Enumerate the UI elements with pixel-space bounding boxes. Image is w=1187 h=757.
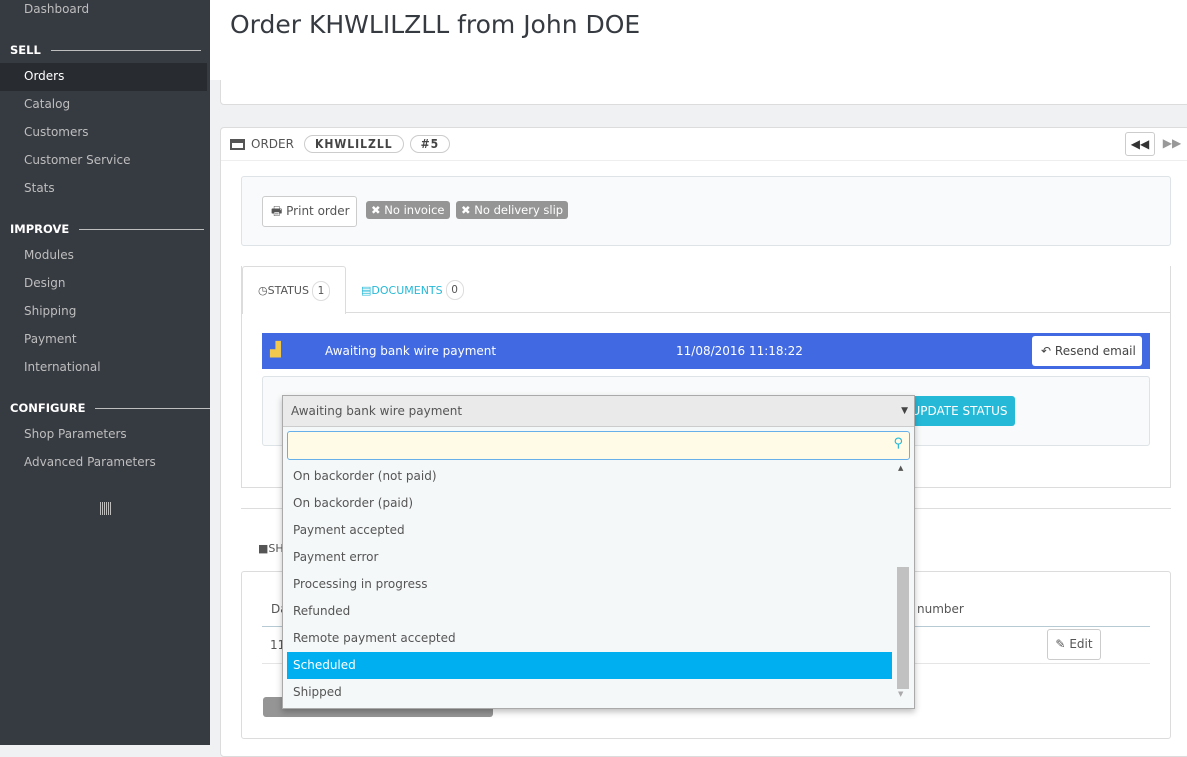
section-title: SELL: [10, 43, 41, 57]
badge-label: No delivery slip: [474, 203, 564, 217]
tab-label: DOCUMENTS: [371, 283, 443, 297]
sidebar-item-payment[interactable]: Payment: [24, 332, 77, 346]
coins-icon: ▟: [270, 342, 281, 358]
sidebar-item-shipping[interactable]: Shipping: [24, 304, 76, 318]
resend-email-button[interactable]: ↶ Resend email: [1032, 336, 1142, 366]
order-label: ORDER: [251, 137, 294, 151]
badge-label: No invoice: [384, 203, 445, 217]
scroll-down-icon[interactable]: ▼: [898, 690, 903, 698]
column-tracking-number: number: [917, 602, 964, 616]
scroll-up-icon[interactable]: ▲: [898, 464, 903, 472]
print-label: Print order: [286, 204, 350, 218]
status-name: Awaiting bank wire payment: [325, 344, 497, 358]
section-improve: IMPROVE: [10, 222, 205, 236]
tab-count: 0: [445, 280, 464, 300]
previous-order-button[interactable]: ◀◀: [1125, 132, 1155, 156]
collapse-menu-icon[interactable]: [100, 502, 111, 515]
sidebar-item-international[interactable]: International: [24, 360, 101, 374]
order-id: #5: [409, 135, 451, 153]
order-heading: ORDER KHWLILZLL #5: [221, 128, 1187, 161]
pencil-icon: ✎: [1055, 637, 1066, 651]
status-select[interactable]: Awaiting bank wire payment ▼: [283, 396, 914, 427]
update-status-button[interactable]: UPDATE STATUS: [904, 396, 1015, 426]
status-dropdown[interactable]: Awaiting bank wire payment ▼ ⚲ On backord…: [282, 395, 915, 709]
dropdown-option[interactable]: On backorder (paid): [287, 490, 892, 517]
status-search-input[interactable]: ⚲: [287, 431, 910, 460]
dropdown-option[interactable]: Payment error: [287, 544, 892, 571]
dropdown-option[interactable]: Processing in progress: [287, 571, 892, 598]
section-configure: CONFIGURE: [10, 401, 211, 415]
sidebar-item-shop-parameters[interactable]: Shop Parameters: [24, 427, 127, 441]
order-reference: KHWLILZLL: [303, 135, 404, 153]
current-status-row: ▟ Awaiting bank wire payment 11/08/2016 …: [262, 333, 1150, 369]
section-title: IMPROVE: [10, 222, 70, 236]
tab-documents[interactable]: ▤ DOCUMENTS 0: [361, 278, 464, 302]
edit-button[interactable]: ✎ Edit: [1047, 629, 1101, 660]
resend-label: Resend email: [1054, 344, 1136, 358]
edit-label: Edit: [1069, 637, 1093, 651]
print-order-button[interactable]: 🖶 Print order: [262, 196, 357, 227]
sidebar-item-customer-service[interactable]: Customer Service: [24, 153, 130, 167]
dropdown-option[interactable]: Remote payment accepted: [287, 625, 892, 652]
sidebar: Dashboard SELL Orders Catalog Customers …: [0, 0, 211, 745]
printer-icon: 🖶: [271, 204, 283, 218]
truck-icon: ■: [258, 542, 269, 555]
status-date: 11/08/2016 11:18:22: [676, 344, 803, 358]
actions-well: 🖶 Print order ✖ No invoice ✖ No delivery…: [241, 176, 1171, 246]
tab-count: 1: [311, 280, 330, 301]
dropdown-option[interactable]: Scheduled: [287, 652, 892, 679]
page-header: Order KHWLILZLL from John DOE: [210, 0, 1187, 80]
clock-icon: ◷: [258, 284, 268, 297]
sidebar-item-customers[interactable]: Customers: [24, 125, 89, 139]
reply-icon: ↶: [1041, 344, 1052, 358]
page-title: Order KHWLILZLL from John DOE: [230, 10, 641, 39]
no-delivery-slip-badge: ✖ No delivery slip: [456, 201, 569, 219]
sidebar-item-orders[interactable]: Orders: [24, 69, 64, 83]
shipping-heading: ■SH: [258, 542, 284, 555]
tab-label: STATUS: [267, 284, 309, 297]
next-order-button[interactable]: ▶▶: [1157, 132, 1187, 156]
dropdown-option[interactable]: On backorder (not paid): [287, 463, 892, 490]
scrollbar[interactable]: ▲ ▼: [896, 464, 910, 702]
sidebar-item-stats[interactable]: Stats: [24, 181, 55, 195]
selected-value: Awaiting bank wire payment: [291, 404, 463, 418]
dropdown-option[interactable]: Payment accepted: [287, 517, 892, 544]
tab-status[interactable]: ◷ STATUS 1: [242, 266, 346, 314]
sidebar-item-modules[interactable]: Modules: [24, 248, 74, 262]
caret-down-icon: ▼: [901, 406, 908, 416]
search-icon: ⚲: [893, 436, 903, 451]
dropdown-option[interactable]: Refunded: [287, 598, 892, 625]
sidebar-item-catalog[interactable]: Catalog: [24, 97, 70, 111]
section-sell: SELL: [10, 43, 201, 57]
credit-card-icon: [230, 138, 245, 150]
dropdown-option[interactable]: Shipped: [287, 679, 892, 706]
no-invoice-badge: ✖ No invoice: [366, 201, 450, 219]
sidebar-item-dashboard[interactable]: Dashboard: [24, 2, 89, 16]
document-icon: ▤: [361, 283, 372, 297]
scrollbar-thumb[interactable]: [897, 567, 909, 689]
toolbar-panel: [220, 80, 1187, 105]
section-title: CONFIGURE: [10, 401, 86, 415]
sidebar-item-design[interactable]: Design: [24, 276, 65, 290]
sidebar-item-advanced-parameters[interactable]: Advanced Parameters: [24, 455, 156, 469]
